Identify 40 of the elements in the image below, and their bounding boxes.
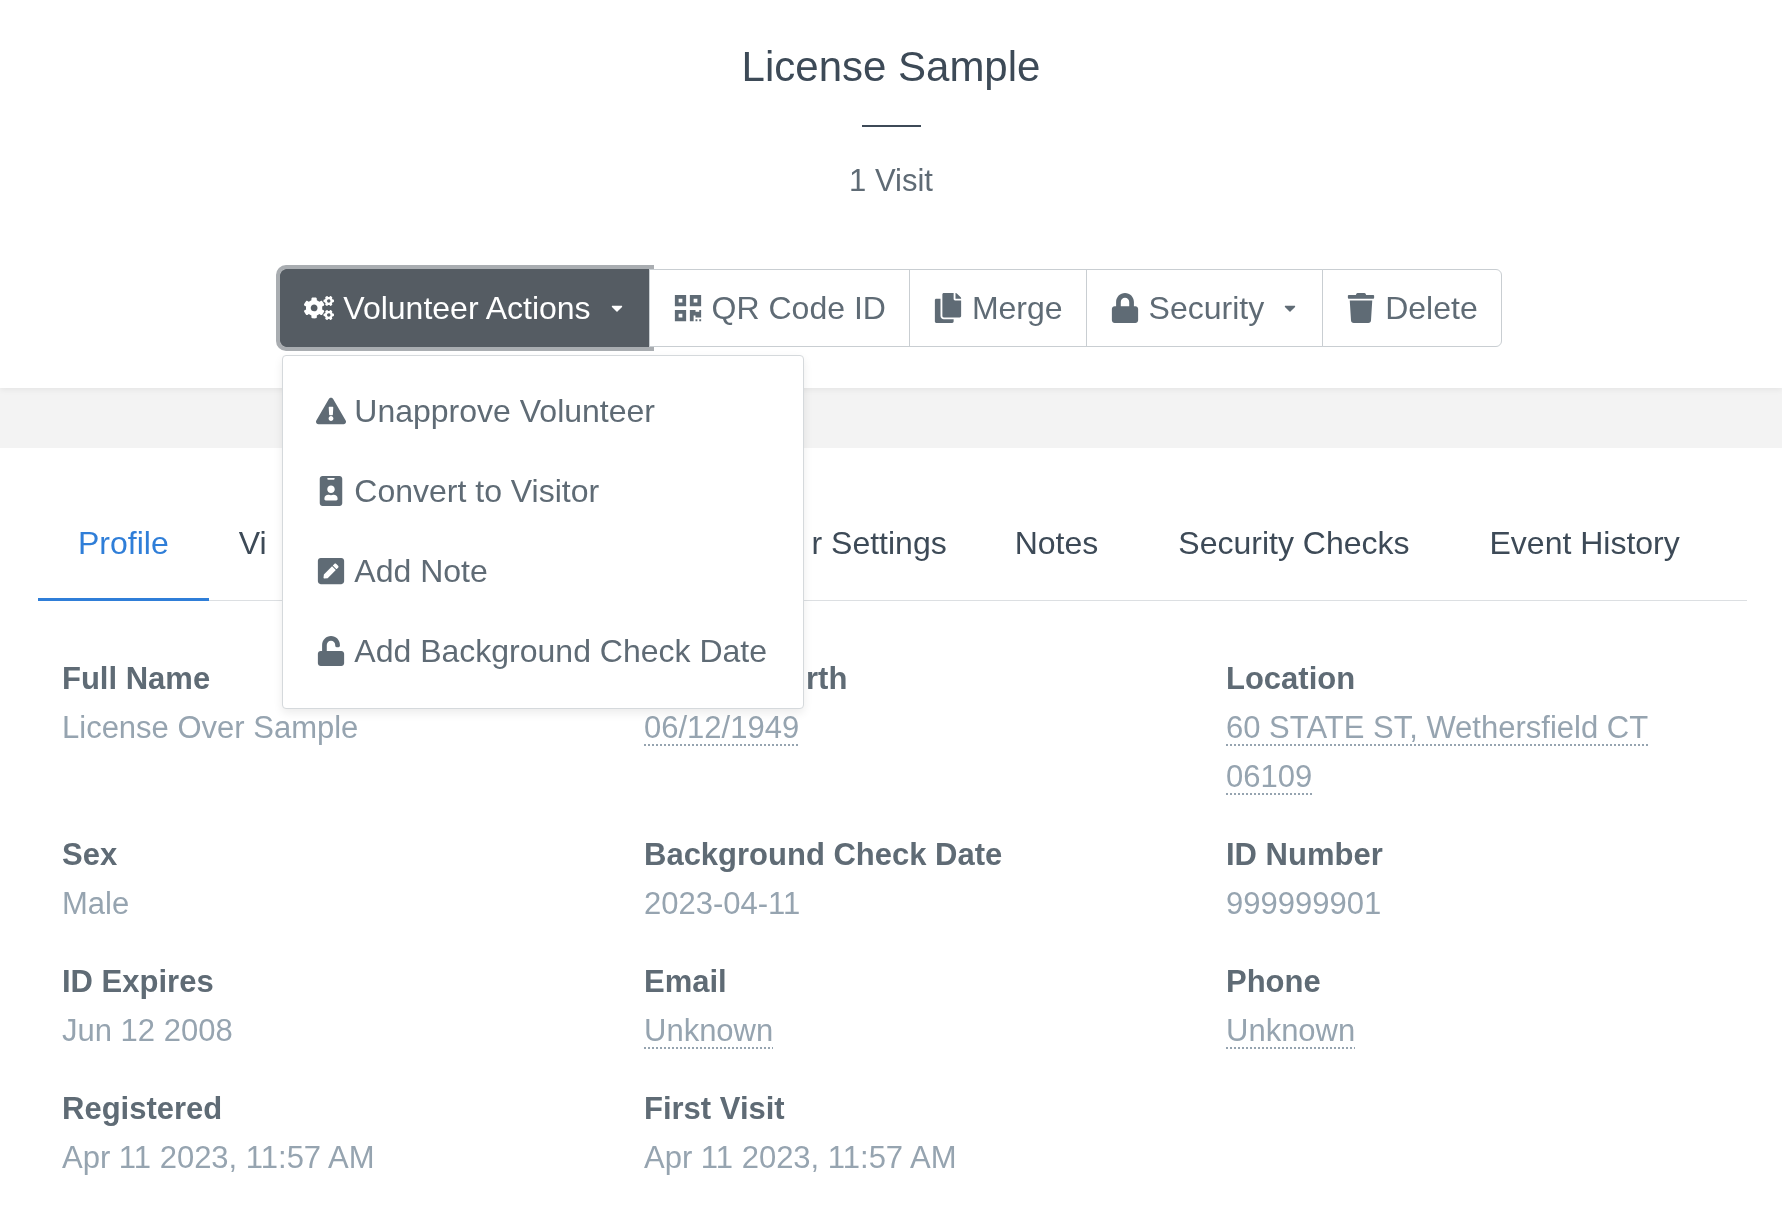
field-label: ID Expires <box>62 965 214 999</box>
toolbar-button[interactable]: Merge <box>908 269 1087 347</box>
field-value: Male <box>62 885 130 923</box>
menu-item[interactable]: Add Background Check Date <box>283 611 804 691</box>
field-value: 999999901 <box>1226 885 1382 923</box>
copy-icon <box>932 293 963 323</box>
tab[interactable]: Profile <box>38 488 209 601</box>
field-label: Background Check Date <box>644 838 1003 872</box>
visit-count: 1 Visit <box>849 164 933 198</box>
unlock-icon <box>316 636 347 666</box>
tab[interactable]: Notes <box>974 488 1139 601</box>
field-label: Full Name <box>62 662 211 696</box>
toolbar-button[interactable]: QR Code ID <box>648 269 910 347</box>
edit-icon <box>316 556 347 586</box>
field-value: 2023-04-11 <box>644 885 801 923</box>
tab[interactable]: Security Checks <box>1138 488 1450 601</box>
field-value: Apr 11 2023, 11:57 AM <box>62 1139 375 1177</box>
toolbar-button[interactable]: Delete <box>1322 269 1502 347</box>
field-value: Jun 12 2008 <box>62 1012 233 1050</box>
page-title: License Sample <box>741 44 1041 90</box>
field-label: Email <box>644 965 727 999</box>
field-label: Location <box>1226 662 1356 696</box>
menu-item[interactable]: Convert to Visitor <box>283 451 804 531</box>
dropdown-button[interactable]: Security <box>1085 269 1324 347</box>
trash-icon <box>1346 293 1377 323</box>
lock-icon <box>1109 293 1140 323</box>
qr-code-icon <box>672 293 703 323</box>
field-label: Registered <box>62 1092 223 1126</box>
field-label: rth <box>806 662 848 696</box>
menu-item[interactable]: Unapprove Volunteer <box>283 371 804 451</box>
menu-item[interactable]: Add Note <box>283 531 804 611</box>
warning-icon <box>316 396 347 426</box>
field-label: ID Number <box>1226 838 1383 872</box>
field-value: Apr 11 2023, 11:57 AM <box>644 1139 957 1177</box>
field-label: Phone <box>1226 965 1321 999</box>
tab[interactable]: Event History <box>1449 488 1720 601</box>
field-label: First Visit <box>644 1092 785 1126</box>
field-label: Sex <box>62 838 118 872</box>
field-value: License Over Sample <box>62 709 359 747</box>
gears-icon <box>304 293 335 323</box>
